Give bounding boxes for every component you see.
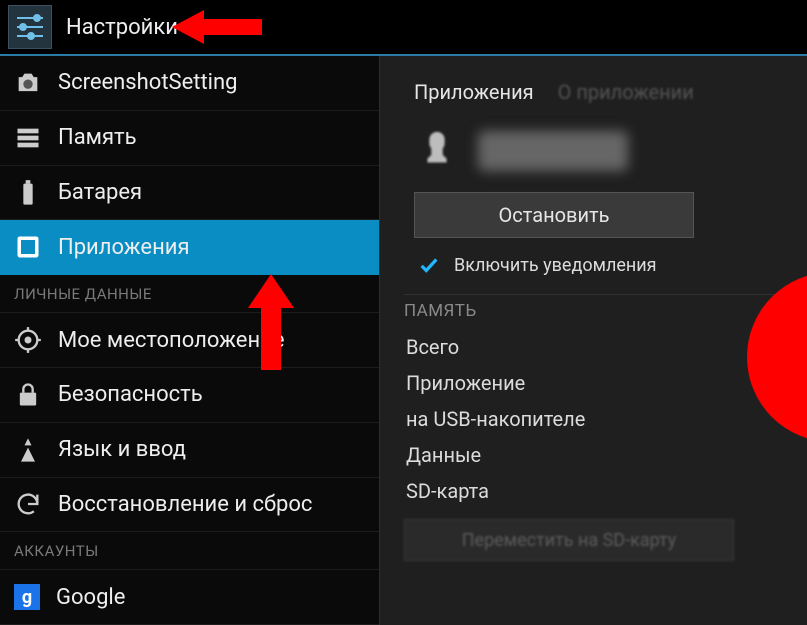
- notifications-row[interactable]: Включить уведомления: [418, 254, 807, 276]
- sidebar-item-label: Google: [56, 585, 125, 610]
- sidebar-item-google[interactable]: g Google: [0, 570, 379, 625]
- sidebar-item-label: Язык и ввод: [58, 437, 186, 462]
- keyboard-icon: [14, 436, 42, 464]
- section-accounts: АККАУНТЫ: [0, 532, 379, 570]
- sidebar-item-apps[interactable]: Приложения: [0, 220, 379, 275]
- sidebar-item-label: Приложения: [58, 235, 190, 260]
- battery-icon: [14, 179, 42, 207]
- stop-button[interactable]: Остановить: [414, 192, 694, 238]
- storage-icon: [14, 124, 42, 152]
- sidebar-item-label: Батарея: [58, 180, 142, 205]
- detail-tabs: Приложения О приложении: [380, 66, 807, 114]
- checkmark-icon: [418, 254, 440, 276]
- sidebar-item-location[interactable]: Мое местоположение: [0, 313, 379, 368]
- google-icon: g: [14, 584, 40, 610]
- app-icon: [414, 128, 460, 174]
- sidebar-item-label: Восстановление и сброс: [58, 492, 312, 517]
- sidebar-item-backup[interactable]: Восстановление и сброс: [0, 478, 379, 533]
- app-detail-pane: Приложения О приложении Остановить Включ…: [380, 56, 807, 625]
- notifications-label: Включить уведомления: [454, 255, 657, 276]
- sidebar-item-label: Безопасность: [58, 382, 203, 407]
- sidebar-item-battery[interactable]: Батарея: [0, 166, 379, 221]
- memory-row-data: Данные: [406, 437, 807, 473]
- sidebar-item-screenshot[interactable]: ScreenshotSetting: [0, 56, 379, 111]
- app-header: Настройки: [0, 0, 807, 56]
- settings-sidebar: ScreenshotSetting Память Батарея Приложе…: [0, 56, 380, 625]
- sidebar-item-label: ScreenshotSetting: [58, 70, 238, 95]
- sidebar-item-security[interactable]: Безопасность: [0, 368, 379, 423]
- memory-row-sdcard: SD-карта: [406, 473, 807, 509]
- backup-icon: [14, 490, 42, 518]
- app-info-row: [414, 128, 807, 174]
- memory-section-header: ПАМЯТЬ: [404, 294, 807, 329]
- sidebar-item-label: Мое местоположение: [58, 328, 285, 353]
- app-name-blurred: [478, 131, 628, 171]
- memory-row-total: Всего: [406, 329, 807, 365]
- lock-icon: [14, 381, 42, 409]
- tab-about-app[interactable]: О приложении: [558, 80, 694, 104]
- settings-icon: [8, 5, 52, 49]
- camera-icon: [14, 69, 42, 97]
- memory-row-app: Приложение: [406, 365, 807, 401]
- tab-applications[interactable]: Приложения: [414, 80, 534, 104]
- sidebar-item-language[interactable]: Язык и ввод: [0, 423, 379, 478]
- apps-icon: [14, 233, 42, 261]
- sidebar-item-label: Память: [58, 125, 137, 150]
- page-title: Настройки: [66, 15, 178, 40]
- move-to-sd-button: Переместить на SD-карту: [404, 519, 734, 561]
- sidebar-item-storage[interactable]: Память: [0, 111, 379, 166]
- memory-row-usb: на USB-накопителе: [406, 401, 807, 437]
- section-personal: ЛИЧНЫЕ ДАННЫЕ: [0, 275, 379, 313]
- location-icon: [14, 326, 42, 354]
